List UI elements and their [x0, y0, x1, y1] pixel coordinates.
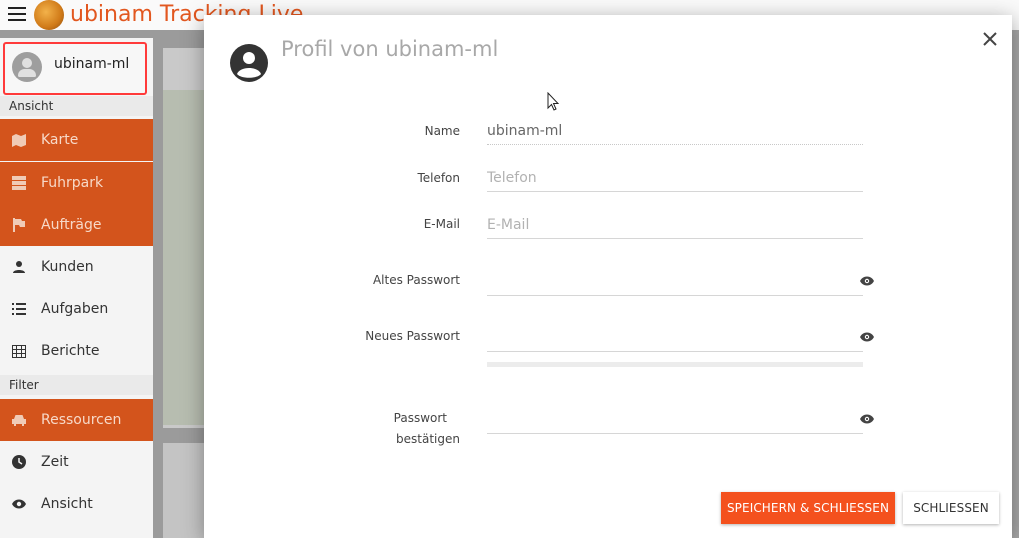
- confirm-password-field[interactable]: [487, 406, 863, 434]
- sidebar-item-kunden[interactable]: Kunden: [0, 246, 153, 288]
- list-icon: [11, 301, 27, 317]
- close-icon[interactable]: [978, 27, 1002, 51]
- section-label-view: Ansicht: [0, 96, 153, 116]
- confirm-password-label-line1: Passwort: [393, 411, 447, 425]
- avatar-icon: [12, 52, 42, 82]
- show-password-eye-icon[interactable]: [860, 332, 874, 342]
- phone-label: Telefon: [417, 171, 460, 185]
- confirm-password-label: Passwort bestätigen: [320, 408, 460, 450]
- dialog-title: Profil von ubinam-ml: [281, 37, 499, 61]
- new-password-field[interactable]: [487, 324, 863, 352]
- sidebar-item-label: Karte: [41, 132, 79, 148]
- car-icon: [11, 412, 27, 428]
- clock-icon: [11, 454, 27, 470]
- app-logo: [34, 0, 64, 30]
- user-name: ubinam-ml: [54, 56, 130, 72]
- sidebar-item-label: Fuhrpark: [41, 175, 104, 191]
- old-password-label: Altes Passwort: [372, 273, 460, 287]
- email-label: E-Mail: [423, 217, 460, 231]
- sidebar-item-label: Kunden: [41, 259, 94, 275]
- new-password-label: Neues Passwort: [365, 329, 460, 343]
- sidebar-item-berichte[interactable]: Berichte: [0, 330, 153, 372]
- section-label-filter: Filter: [0, 375, 153, 395]
- show-password-eye-icon[interactable]: [860, 276, 874, 286]
- sidebar-item-fuhrpark[interactable]: Fuhrpark: [0, 162, 153, 204]
- show-password-eye-icon[interactable]: [860, 414, 874, 424]
- sidebar: ubinam-ml Ansicht Karte Fuhrpark Aufträg…: [0, 38, 153, 538]
- sidebar-item-label: Berichte: [41, 343, 100, 359]
- sidebar-item-aufgaben[interactable]: Aufgaben: [0, 288, 153, 330]
- save-and-close-button[interactable]: SPEICHERN & SCHLIESSEN: [721, 492, 895, 524]
- account-circle-icon: [230, 44, 268, 82]
- sidebar-item-label: Aufgaben: [41, 301, 109, 317]
- sidebar-item-auftraege[interactable]: Aufträge: [0, 204, 153, 246]
- mouse-pointer-icon: [547, 92, 560, 111]
- profile-dialog: Profil von ubinam-ml Name Telefon E-Mail…: [204, 15, 1012, 538]
- sidebar-item-label: Ressourcen: [41, 412, 122, 428]
- confirm-password-label-line2: bestätigen: [396, 432, 460, 446]
- flag-icon: [11, 217, 27, 233]
- email-field[interactable]: [487, 211, 863, 239]
- storage-icon: [11, 175, 27, 191]
- close-button[interactable]: SCHLIESSEN: [903, 492, 999, 524]
- sidebar-item-label: Ansicht: [41, 496, 93, 512]
- person-icon: [11, 259, 27, 275]
- right-panel-edge: [1011, 30, 1019, 538]
- name-label: Name: [424, 124, 460, 138]
- map-icon: [11, 132, 27, 148]
- grid-icon: [11, 343, 27, 359]
- old-password-field[interactable]: [487, 268, 863, 296]
- hamburger-menu-icon[interactable]: [8, 6, 26, 22]
- sidebar-item-label: Aufträge: [41, 217, 102, 233]
- sidebar-item-ressourcen[interactable]: Ressourcen: [0, 399, 153, 441]
- eye-icon: [11, 496, 27, 512]
- sidebar-item-karte[interactable]: Karte: [0, 119, 153, 161]
- user-profile-button[interactable]: ubinam-ml: [3, 42, 147, 95]
- password-strength-bar: [487, 362, 863, 367]
- sidebar-item-zeit[interactable]: Zeit: [0, 441, 153, 483]
- sidebar-item-label: Zeit: [41, 454, 69, 470]
- name-field[interactable]: [487, 117, 863, 145]
- sidebar-item-ansicht[interactable]: Ansicht: [0, 483, 153, 525]
- phone-field[interactable]: [487, 164, 863, 192]
